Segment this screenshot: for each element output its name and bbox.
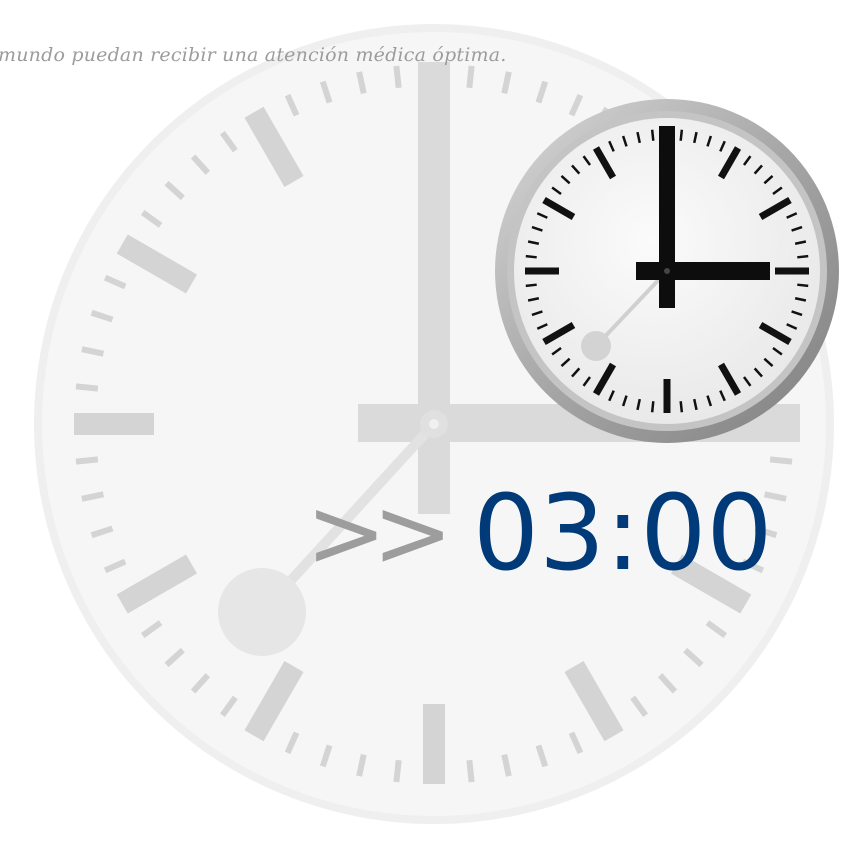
- clock-minute-mark: [525, 283, 537, 288]
- clock-minute-hand: [659, 126, 675, 308]
- clock-hour-hand: [636, 262, 770, 280]
- clock-minute-mark: [679, 401, 684, 413]
- clock-minute-mark: [679, 129, 684, 141]
- clock-second-hand-disc: [581, 331, 611, 361]
- page: mundo puedan recibir una atención médica…: [0, 0, 843, 845]
- time-text: 03:00: [472, 472, 773, 594]
- clock-minute-mark: [525, 254, 537, 259]
- clock-minute-mark: [797, 283, 809, 288]
- clock-minute-mark: [797, 254, 809, 259]
- clock-minute-mark: [650, 129, 655, 141]
- double-arrow-icon: >>: [306, 477, 453, 589]
- time-display: >> 03:00: [306, 472, 773, 594]
- wall-clock-icon: [495, 99, 839, 443]
- clock-minute-mark: [650, 401, 655, 413]
